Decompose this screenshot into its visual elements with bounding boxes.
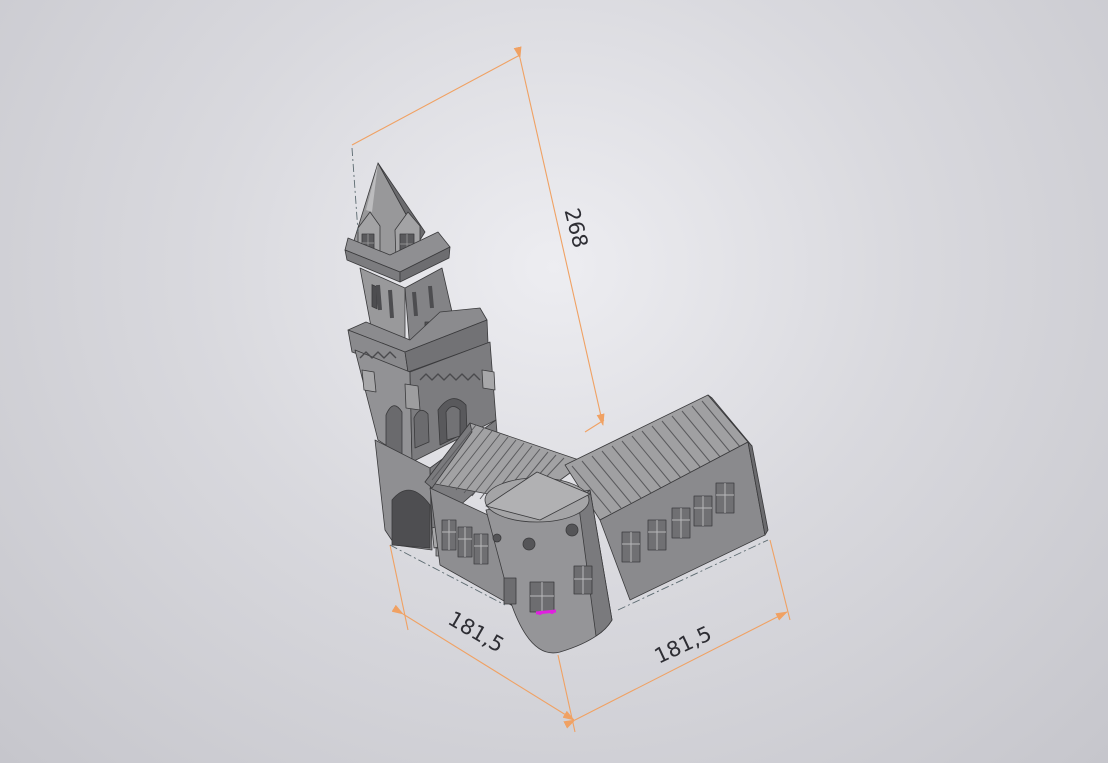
3d-viewport[interactable]: 268 181,5 181,5	[0, 0, 1108, 763]
building-model[interactable]	[344, 162, 769, 654]
model-scene[interactable]	[0, 0, 1108, 763]
